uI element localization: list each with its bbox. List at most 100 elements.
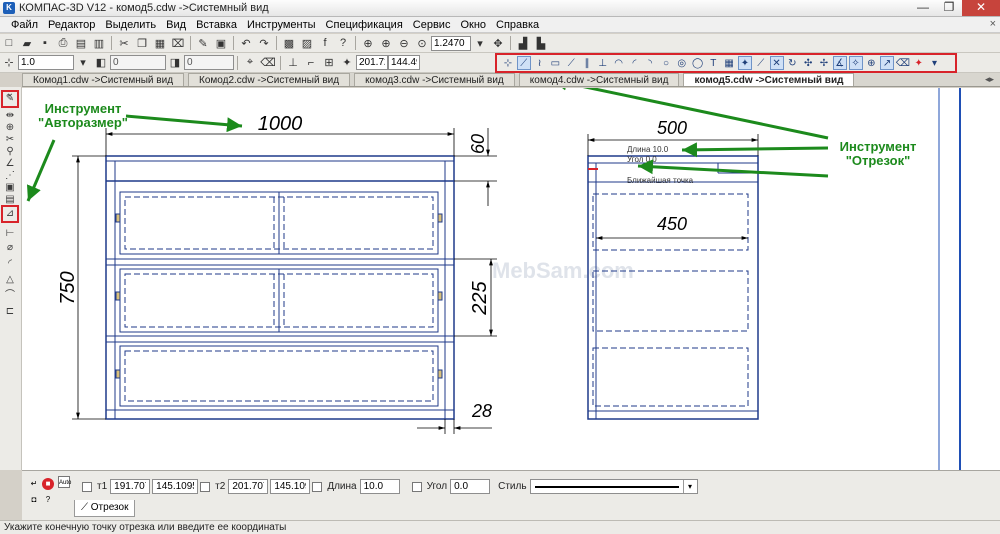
eraser-icon[interactable]: ⌫	[260, 55, 276, 70]
snap-dropdown-icon[interactable]: ▾	[928, 56, 942, 70]
point-icon[interactable]: ⊹	[501, 56, 515, 70]
snap-point-icon[interactable]: ✦	[737, 56, 752, 70]
cursor-y-field[interactable]	[388, 55, 420, 70]
maximize-button[interactable]: ❐	[936, 0, 962, 16]
stop-icon[interactable]: ■	[42, 478, 54, 490]
tangent-line-icon[interactable]: ⟋	[564, 56, 578, 70]
center-icon[interactable]: ✧	[848, 56, 863, 70]
length-lock-toggle[interactable]	[312, 481, 323, 492]
menu-insert[interactable]: Вставка	[191, 19, 242, 31]
manager-icon[interactable]: ▥	[91, 36, 107, 51]
menu-specification[interactable]: Спецификация	[321, 19, 408, 31]
pan-icon[interactable]: ✥	[490, 36, 506, 51]
tabs-scroll-icon[interactable]: ◂▸	[985, 74, 994, 85]
refresh-icon[interactable]: ▟	[515, 36, 531, 51]
tangency-icon[interactable]: ⊕	[864, 56, 878, 70]
angle-field[interactable]	[450, 479, 491, 494]
help-icon[interactable]: ?	[42, 494, 54, 506]
ellipse-icon[interactable]: ◯	[691, 56, 705, 70]
print-icon[interactable]: ⎙	[55, 36, 71, 51]
minimize-button[interactable]: —	[910, 0, 936, 16]
bisector-icon[interactable]: ⟋	[754, 56, 768, 70]
style-dropdown-icon[interactable]: ▾	[682, 480, 697, 493]
paste-icon[interactable]: ▦	[152, 36, 168, 51]
zoom-scale-field[interactable]	[431, 35, 471, 51]
arc-dimension-icon[interactable]: ⌒	[3, 289, 17, 302]
new-file-icon[interactable]: □	[1, 36, 17, 51]
save-icon[interactable]: ▪	[37, 36, 53, 51]
layer-field[interactable]	[110, 55, 166, 70]
zoom-out-icon[interactable]: ⊖	[396, 36, 412, 51]
snap-settings-icon[interactable]: ✦	[912, 56, 926, 70]
arc-tangent-icon[interactable]: ◝	[643, 56, 657, 70]
t2-y-field[interactable]	[270, 479, 311, 494]
format-icon[interactable]: ⌧	[170, 36, 186, 51]
view-field[interactable]	[184, 55, 234, 70]
menu-file[interactable]: Файл	[6, 19, 43, 31]
clipboard-icon[interactable]: ▣	[213, 36, 229, 51]
round-icon[interactable]: ✦	[339, 55, 355, 70]
menu-select[interactable]: Выделить	[100, 19, 161, 31]
create-object-icon[interactable]: ↵	[28, 478, 40, 490]
parallel-line-icon[interactable]: ∥	[580, 56, 594, 70]
circle-center-icon[interactable]: ◎	[675, 56, 689, 70]
chamfer-icon[interactable]: ✢	[817, 56, 831, 70]
perpendicular-line-icon[interactable]: ⊥	[596, 56, 610, 70]
line-style-select[interactable]: ▾	[529, 479, 698, 494]
open-file-icon[interactable]: ▰	[19, 36, 35, 51]
snapshot-icon[interactable]: ◘	[28, 494, 40, 506]
menu-view[interactable]: Вид	[161, 19, 191, 31]
t1-x-field[interactable]	[110, 479, 151, 494]
menu-service[interactable]: Сервис	[408, 19, 456, 31]
library-icon[interactable]: ▩	[281, 36, 297, 51]
layers-icon[interactable]: ▨	[299, 36, 315, 51]
help-pointer-icon[interactable]: ?	[335, 36, 351, 51]
auto-create-icon[interactable]: Auto	[58, 476, 71, 488]
undo-icon[interactable]: ↶	[238, 36, 254, 51]
redo-icon[interactable]: ↷	[256, 36, 272, 51]
variables-icon[interactable]: f	[317, 36, 333, 51]
height-dimension-icon[interactable]: ⊏	[3, 305, 17, 318]
snap-icon[interactable]: ⌖	[242, 55, 258, 70]
zoom-dropdown-icon[interactable]: ▾	[472, 36, 488, 51]
radial-dimension-icon[interactable]: ◜	[3, 257, 17, 270]
t1-lock-toggle[interactable]	[82, 481, 92, 492]
angular-dimension-icon[interactable]: △	[3, 273, 17, 286]
grid-step-icon[interactable]: ⊹	[1, 55, 17, 70]
line-width-dropdown-icon[interactable]: ▾	[75, 55, 91, 70]
zoom-icon[interactable]: ⊙	[414, 36, 430, 51]
ray-icon[interactable]: ↗	[880, 56, 895, 70]
rotate-icon[interactable]: ↻	[785, 56, 799, 70]
layer-icon[interactable]: ◧	[93, 55, 109, 70]
tab-komod3[interactable]: комод3.cdw ->Системный вид	[354, 73, 515, 86]
cursor-x-field[interactable]	[356, 55, 388, 70]
tab-komod4[interactable]: комод4.cdw ->Системный вид	[518, 73, 680, 86]
menu-tools[interactable]: Инструменты	[242, 19, 321, 31]
linear-dimension-icon[interactable]: ⊢	[3, 227, 17, 240]
brush-icon[interactable]: ✎	[195, 36, 211, 51]
circle-icon[interactable]: ○	[659, 56, 673, 70]
view-icon[interactable]: ◨	[167, 55, 183, 70]
text-icon[interactable]: T	[706, 56, 720, 70]
auxiliary-line-icon[interactable]: ≀	[533, 56, 547, 70]
close-button[interactable]: ✕	[962, 0, 1000, 16]
cut-icon[interactable]: ✂	[116, 36, 132, 51]
autosize-tool-icon[interactable]: ⊿	[3, 207, 17, 220]
ortho-icon[interactable]: ⊥	[285, 55, 301, 70]
menu-window[interactable]: Окно	[455, 19, 491, 31]
segment-tool-icon[interactable]: ⟋	[516, 56, 531, 70]
segment-properties-tab[interactable]: ⟋ Отрезок	[74, 500, 136, 517]
angle-lock-toggle[interactable]	[411, 481, 422, 492]
tab-komod5[interactable]: комод5.cdw ->Системный вид	[683, 73, 855, 86]
intersection-icon[interactable]: ✕	[769, 56, 784, 70]
zoom-window-icon[interactable]: ⊕	[360, 36, 376, 51]
hatch-icon[interactable]: ▦	[722, 56, 736, 70]
tab-komod1[interactable]: Комод1.cdw ->Системный вид	[22, 73, 185, 86]
arc-3pt-icon[interactable]: ◜	[627, 56, 641, 70]
t2-x-field[interactable]	[228, 479, 269, 494]
menu-help[interactable]: Справка	[491, 19, 544, 31]
grid-toggle-icon[interactable]: ⊞	[321, 55, 337, 70]
length-field[interactable]	[359, 479, 400, 494]
eraser-tool-icon[interactable]: ⌫	[896, 56, 910, 70]
preview-icon[interactable]: ▤	[73, 36, 89, 51]
